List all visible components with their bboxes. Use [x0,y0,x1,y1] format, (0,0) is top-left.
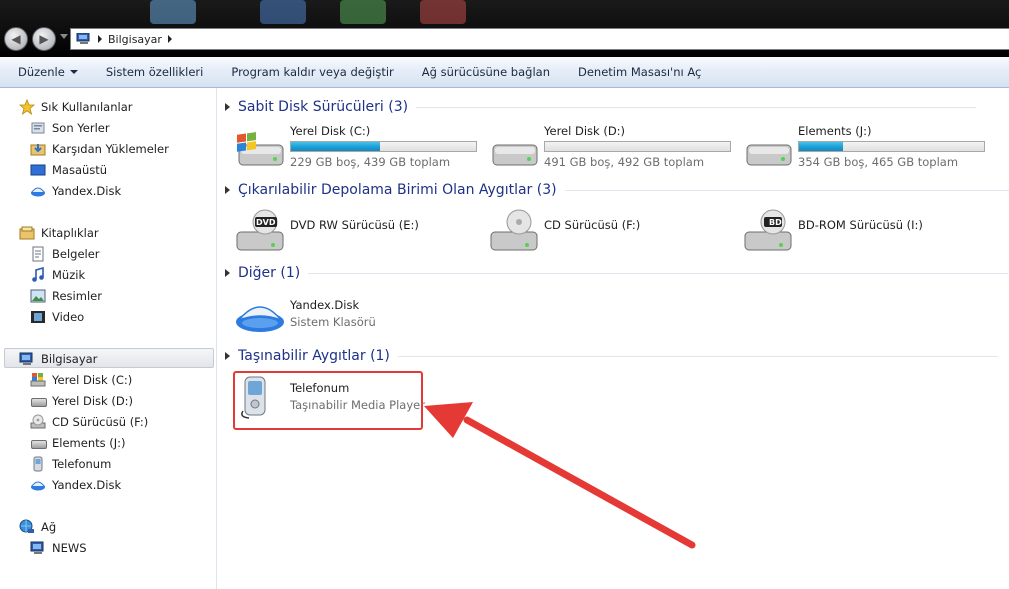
nav-label: Video [52,310,85,324]
computer-icon [30,540,46,556]
nav-item-cd-drive[interactable]: CD Sürücüsü (F:) [30,412,148,432]
nav-label: Yandex.Disk [52,184,122,198]
breadcrumb-computer[interactable]: Bilgisayar [108,33,162,46]
music-icon [30,266,46,283]
taskbar-glow [420,0,466,24]
network-icon [19,519,35,535]
breadcrumb-separator[interactable] [98,35,102,43]
nav-item-local-disk-d[interactable]: Yerel Disk (D:) [30,391,133,411]
pictures-icon [30,288,46,304]
nav-label: Müzik [52,268,86,282]
windows-drive-icon [30,372,46,388]
phone-icon [30,456,46,472]
nav-label: Elements (J:) [52,436,126,450]
nav-label: CD Sürücüsü (F:) [52,415,149,429]
nav-label: Son Yerler [52,121,110,135]
nav-label: Telefonum [52,457,112,471]
yandex-disk-icon [30,477,46,493]
open-control-panel-button[interactable]: Denetim Masası'nı Aç [564,57,715,87]
yandex-disk-icon [30,183,46,199]
computer-icon [19,351,35,367]
nav-item-local-disk-c[interactable]: Yerel Disk (C:) [30,370,132,390]
nav-libraries[interactable]: Kitaplıklar [19,223,99,243]
desktop-icon [30,162,46,178]
system-properties-button[interactable]: Sistem özellikleri [92,57,218,87]
nav-favorites[interactable]: Sık Kullanılanlar [18,97,133,117]
nav-item-downloads[interactable]: Karşıdan Yüklemeler [30,139,169,159]
documents-icon [30,246,46,262]
recent-pages-dropdown[interactable] [60,34,68,39]
nav-item-videos[interactable]: Video [30,307,84,327]
recent-places-icon [30,120,46,136]
nav-label: Yerel Disk (C:) [52,373,133,387]
organize-label: Düzenle [18,65,65,79]
uninstall-program-button[interactable]: Program kaldır veya değiştir [217,57,407,87]
nav-label: NEWS [52,541,87,555]
downloads-folder-icon [30,141,46,157]
cd-drive-icon [30,414,46,430]
computer-icon [76,32,92,45]
nav-label: Belgeler [52,247,100,261]
organize-menu[interactable]: Düzenle [0,57,92,87]
nav-label: Karşıdan Yüklemeler [52,142,169,156]
nav-item-yandex-disk[interactable]: Yandex.Disk [30,181,121,201]
libraries-icon [19,225,35,241]
video-icon [30,309,46,325]
taskbar-glow [150,0,196,24]
nav-label: Bilgisayar [41,352,98,366]
nav-item-recent-places[interactable]: Son Yerler [30,118,110,138]
caret-down-icon [69,70,78,74]
nav-item-news[interactable]: NEWS [30,538,87,558]
breadcrumb-separator[interactable] [167,35,172,43]
content-pane: Sabit Disk Sürücüleri (3) Yerel Disk (C:… [217,88,1009,589]
nav-computer[interactable]: Bilgisayar [19,349,97,369]
nav-label: Masaüstü [52,163,108,177]
nav-item-pictures[interactable]: Resimler [30,286,102,306]
nav-item-elements[interactable]: Elements (J:) [30,433,126,453]
back-button[interactable]: ◀ [4,27,28,51]
forward-button[interactable]: ▶ [32,27,56,51]
address-bar[interactable]: Bilgisayar [70,28,1009,50]
nav-network[interactable]: Ağ [19,517,56,537]
nav-item-documents[interactable]: Belgeler [30,244,100,264]
command-bar: Düzenle Sistem özellikleri Program kaldı… [0,57,1009,88]
map-network-drive-button[interactable]: Ağ sürücüsüne bağlan [408,57,564,87]
navigation-pane: Sık Kullanılanlar Son Yerler Karşıdan Yü… [0,88,217,589]
nav-item-yandex-disk[interactable]: Yandex.Disk [30,475,121,495]
taskbar-glow [340,0,386,24]
nav-item-desktop[interactable]: Masaüstü [30,160,107,180]
drive-icon [30,435,47,451]
nav-label: Sık Kullanılanlar [41,100,133,114]
nav-label: Kitaplıklar [41,226,99,240]
nav-label: Yandex.Disk [52,478,122,492]
drive-icon [30,393,47,409]
nav-item-music[interactable]: Müzik [30,265,85,285]
nav-label: Yerel Disk (D:) [52,394,134,408]
window-titlebar: ◀ ▶ Bilgisayar [0,0,1009,57]
nav-label: Resimler [52,289,102,303]
nav-label: Ağ [41,520,57,534]
nav-item-telefonum[interactable]: Telefonum [30,454,111,474]
annotation-arrow [424,402,696,549]
taskbar-glow [260,0,306,24]
star-icon [18,98,36,115]
